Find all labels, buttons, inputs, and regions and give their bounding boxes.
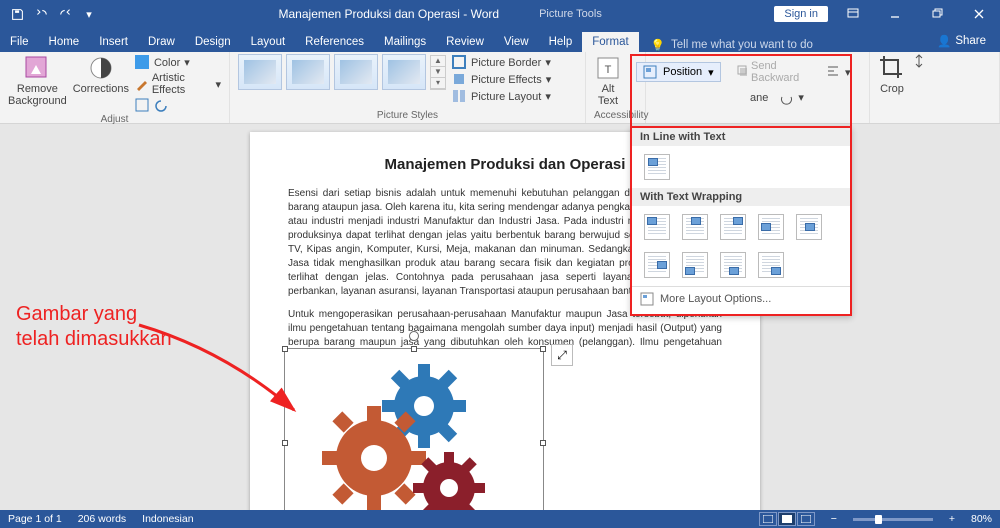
view-read-mode[interactable] bbox=[759, 512, 777, 526]
gallery-expand[interactable]: ▲▼▾ bbox=[430, 55, 446, 90]
status-page[interactable]: Page 1 of 1 bbox=[8, 513, 62, 525]
position-option-inline[interactable] bbox=[644, 154, 670, 180]
send-back-icon bbox=[737, 65, 747, 80]
resize-handle[interactable] bbox=[411, 346, 417, 352]
crop-button[interactable]: Crop bbox=[878, 54, 906, 95]
share-button[interactable]: 👤Share bbox=[923, 30, 1000, 52]
compress-reset-row[interactable] bbox=[135, 97, 221, 114]
minimize-icon[interactable] bbox=[878, 2, 912, 26]
compress-icon bbox=[135, 98, 150, 113]
qat-save-icon[interactable] bbox=[6, 3, 28, 25]
bulb-icon: 💡 bbox=[651, 38, 665, 52]
rotate-handle[interactable] bbox=[409, 331, 419, 341]
align-button[interactable]: ▾ bbox=[820, 63, 857, 82]
status-language[interactable]: Indonesian bbox=[142, 513, 193, 525]
tab-view[interactable]: View bbox=[494, 32, 539, 52]
resize-handle[interactable] bbox=[540, 346, 546, 352]
sign-in-button[interactable]: Sign in bbox=[774, 6, 828, 22]
picture-styles-gallery[interactable]: ▲▼▾ bbox=[238, 54, 446, 90]
position-wrap-header: With Text Wrapping bbox=[632, 188, 850, 206]
tab-layout[interactable]: Layout bbox=[241, 32, 296, 52]
position-option[interactable] bbox=[796, 214, 822, 240]
tab-mailings[interactable]: Mailings bbox=[374, 32, 436, 52]
remove-background-button[interactable]: Remove Background bbox=[8, 54, 67, 107]
position-option[interactable] bbox=[644, 252, 670, 278]
restore-icon[interactable] bbox=[920, 2, 954, 26]
crop-icon bbox=[878, 54, 906, 82]
tab-draw[interactable]: Draw bbox=[138, 32, 185, 52]
style-item[interactable] bbox=[286, 54, 330, 90]
corrections-icon bbox=[87, 54, 115, 82]
position-inline-header: In Line with Text bbox=[632, 128, 850, 146]
tab-help[interactable]: Help bbox=[539, 32, 583, 52]
position-option[interactable] bbox=[682, 252, 708, 278]
view-web-layout[interactable] bbox=[797, 512, 815, 526]
effects-icon bbox=[452, 72, 467, 87]
color-icon bbox=[135, 55, 150, 70]
tab-format[interactable]: Format bbox=[582, 32, 638, 52]
corrections-button[interactable]: Corrections bbox=[73, 54, 129, 95]
position-option[interactable] bbox=[644, 214, 670, 240]
align-icon bbox=[826, 65, 841, 80]
position-dropdown: In Line with Text With Text Wrapping Mor… bbox=[630, 126, 852, 316]
qat-undo-icon[interactable] bbox=[30, 3, 52, 25]
picture-layout-button[interactable]: Picture Layout ▾ bbox=[452, 88, 551, 105]
artistic-effects-button[interactable]: Artistic Effects ▾ bbox=[135, 71, 221, 97]
tab-review[interactable]: Review bbox=[436, 32, 494, 52]
qat-redo-icon[interactable] bbox=[54, 3, 76, 25]
reset-icon bbox=[154, 98, 169, 113]
color-button[interactable]: Color ▾ bbox=[135, 54, 221, 71]
border-icon bbox=[452, 55, 467, 70]
position-icon bbox=[643, 65, 657, 79]
more-layout-options[interactable]: More Layout Options... bbox=[632, 286, 850, 311]
zoom-out[interactable]: − bbox=[831, 513, 837, 525]
rotate-icon bbox=[779, 90, 794, 105]
selected-picture[interactable]: ⤢ bbox=[284, 348, 544, 510]
share-icon: 👤 bbox=[937, 34, 951, 48]
zoom-slider[interactable] bbox=[853, 518, 933, 521]
style-item[interactable] bbox=[238, 54, 282, 90]
qat-customize-icon[interactable]: ▾ bbox=[78, 3, 100, 25]
style-item[interactable] bbox=[334, 54, 378, 90]
pic-layout-icon bbox=[452, 89, 467, 104]
position-option[interactable] bbox=[758, 252, 784, 278]
send-backward-button[interactable]: Send Backward bbox=[731, 58, 810, 86]
tab-design[interactable]: Design bbox=[185, 32, 241, 52]
status-words[interactable]: 206 words bbox=[78, 513, 126, 525]
position-option[interactable] bbox=[720, 252, 746, 278]
gears-graphic bbox=[285, 349, 543, 510]
resize-handle[interactable] bbox=[282, 440, 288, 446]
document-title: Manajemen Produksi dan Operasi - Word bbox=[279, 7, 500, 21]
tab-insert[interactable]: Insert bbox=[89, 32, 138, 52]
alt-text-button[interactable]: TAlt Text bbox=[594, 54, 622, 107]
tell-me-search[interactable]: 💡Tell me what you want to do bbox=[639, 38, 825, 52]
ribbon-options-icon[interactable] bbox=[836, 2, 870, 26]
svg-text:T: T bbox=[605, 64, 612, 76]
view-print-layout[interactable] bbox=[778, 512, 796, 526]
zoom-in[interactable]: + bbox=[949, 513, 955, 525]
tab-references[interactable]: References bbox=[295, 32, 374, 52]
style-item[interactable] bbox=[382, 54, 426, 90]
zoom-level[interactable]: 80% bbox=[971, 513, 992, 525]
position-option[interactable] bbox=[682, 214, 708, 240]
remove-bg-icon bbox=[23, 54, 51, 82]
position-option[interactable] bbox=[720, 214, 746, 240]
tab-home[interactable]: Home bbox=[39, 32, 90, 52]
picture-border-button[interactable]: Picture Border ▾ bbox=[452, 54, 551, 71]
layout-options-anchor-icon[interactable]: ⤢ bbox=[551, 344, 573, 366]
layout-options-icon bbox=[640, 292, 654, 306]
resize-handle[interactable] bbox=[540, 440, 546, 446]
position-option[interactable] bbox=[758, 214, 784, 240]
alt-text-icon: T bbox=[594, 54, 622, 82]
picture-effects-button[interactable]: Picture Effects ▾ bbox=[452, 71, 551, 88]
selection-pane-fragment[interactable]: ane ▾ bbox=[630, 88, 852, 107]
tab-file[interactable]: File bbox=[0, 32, 39, 52]
annotation-arrow bbox=[134, 320, 314, 430]
contextual-tab-label: Picture Tools bbox=[539, 8, 602, 20]
group-styles-label: Picture Styles bbox=[238, 110, 577, 123]
position-button[interactable]: Position ▾ bbox=[636, 62, 721, 82]
close-icon[interactable] bbox=[962, 2, 996, 26]
brush-icon bbox=[135, 77, 148, 92]
